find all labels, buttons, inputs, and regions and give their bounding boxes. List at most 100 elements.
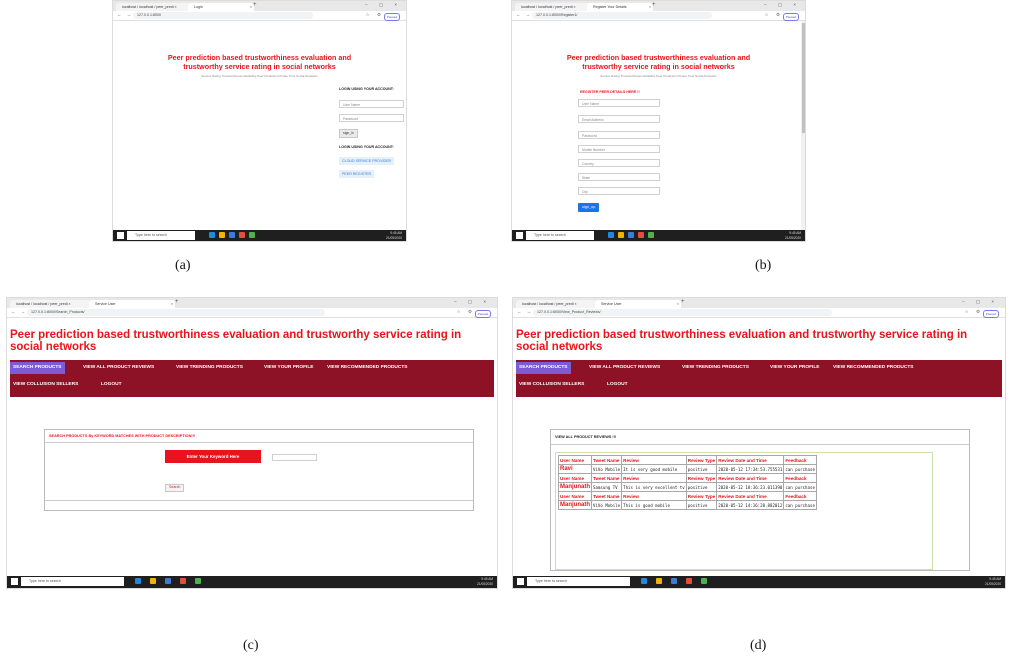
menu-trending-products[interactable]: VIEW TRENDING PRODUCTS xyxy=(679,362,752,374)
edge-icon[interactable] xyxy=(135,578,141,584)
close-icon[interactable]: × xyxy=(171,300,173,308)
url-field[interactable]: 127.0.0.1:8000 xyxy=(133,12,313,19)
close-icon[interactable]: × xyxy=(250,3,252,11)
password-input[interactable]: Password xyxy=(339,114,404,122)
close-icon[interactable]: × xyxy=(677,300,679,308)
menu-search-products[interactable]: SEARCH PRODUCTS xyxy=(10,362,65,374)
tab-register[interactable]: Register Your Details × xyxy=(587,3,653,11)
table-row: Ravi ViVo Mobile It is very good mobile pos… xyxy=(558,464,817,474)
paused-profile[interactable]: Paused xyxy=(475,309,491,318)
app-icon[interactable] xyxy=(195,578,201,584)
window-controls[interactable]: – ▢ × xyxy=(764,2,801,8)
menu-view-all-reviews[interactable]: VIEW ALL PRODUCT REVIEWS xyxy=(586,362,663,374)
state-field[interactable]: State xyxy=(578,173,660,181)
new-tab-button[interactable]: + xyxy=(175,299,179,305)
chrome-icon[interactable] xyxy=(638,232,644,238)
paused-profile[interactable]: Paused xyxy=(783,12,799,21)
edge-icon[interactable] xyxy=(209,232,215,238)
tab-localhost[interactable]: localhost / localhost / peer_predi × xyxy=(516,300,597,308)
tab-login[interactable]: Login × xyxy=(188,3,254,11)
folder-icon[interactable] xyxy=(656,578,662,584)
scrollbar[interactable] xyxy=(801,21,805,230)
close-icon[interactable]: × xyxy=(649,3,651,11)
taskbar-search[interactable]: Type here to search xyxy=(127,231,195,240)
cloud-provider-button[interactable]: CLOUD SERVICE PROVIDER xyxy=(339,157,395,165)
menu-view-profile[interactable]: VIEW YOUR PROFILE xyxy=(261,362,316,374)
menu-collusion-sellers[interactable]: VIEW COLLUSION SELLERS xyxy=(516,379,587,391)
taskbar-search[interactable]: Type here to search xyxy=(526,231,594,240)
system-tray: 9:45 AM 21/05/2020 xyxy=(477,577,493,586)
chrome-icon[interactable] xyxy=(239,232,245,238)
table-cell-user: Manjunath xyxy=(558,482,592,492)
window-controls[interactable]: – ▢ × xyxy=(365,2,402,8)
folder-icon[interactable] xyxy=(618,232,624,238)
edge-icon[interactable] xyxy=(641,578,647,584)
paused-profile[interactable]: Paused xyxy=(384,12,400,21)
signup-button[interactable]: sign_up xyxy=(578,203,600,212)
tab-bar: localhost / localhost / peer_predi × Log… xyxy=(113,1,406,11)
reviews-frame[interactable]: User Name Tweet Name Review Review Type Revi… xyxy=(555,452,933,570)
keyword-input[interactable] xyxy=(272,454,317,461)
windows-icon[interactable] xyxy=(11,578,18,585)
signin-button[interactable]: sign_in xyxy=(339,129,358,138)
edge-icon[interactable] xyxy=(608,232,614,238)
star-icon[interactable]: ☆ ⚙ xyxy=(457,309,475,315)
store-icon[interactable] xyxy=(671,578,677,584)
tab-service-user[interactable]: Service User × xyxy=(89,300,175,308)
chrome-icon[interactable] xyxy=(686,578,692,584)
star-icon[interactable]: ☆ ⚙ xyxy=(965,309,983,315)
menu-logout[interactable]: LOGOUT xyxy=(604,379,631,391)
system-tray: 9:45 AM 21/05/2020 xyxy=(985,577,1001,586)
mobile-field[interactable]: Mobile Number xyxy=(578,145,660,153)
tab-service-user[interactable]: Service User × xyxy=(595,300,681,308)
paused-profile[interactable]: Paused xyxy=(983,309,999,318)
menu-recommended-products[interactable]: VIEW RECOMMENDED PRODUCTS xyxy=(324,362,410,374)
taskbar-search[interactable]: Type here to search xyxy=(527,577,630,586)
app-icon[interactable] xyxy=(249,232,255,238)
menu-logout[interactable]: LOGOUT xyxy=(98,379,125,391)
table-header-cell: User Name xyxy=(558,491,592,501)
windows-icon[interactable] xyxy=(516,232,523,239)
username-input[interactable]: User Name xyxy=(339,100,404,108)
star-icon[interactable]: ☆ ⚙ xyxy=(765,12,783,18)
menu-search-products[interactable]: SEARCH PRODUCTS xyxy=(516,362,571,374)
window-controls[interactable]: – ▢ × xyxy=(962,299,999,305)
tab-localhost[interactable]: localhost / localhost / peer_predi × xyxy=(10,300,91,308)
store-icon[interactable] xyxy=(628,232,634,238)
store-icon[interactable] xyxy=(165,578,171,584)
new-tab-button[interactable]: + xyxy=(253,2,257,8)
search-button[interactable]: Search xyxy=(165,484,185,492)
table-cell-review: This is good mobile xyxy=(621,500,687,510)
taskbar-search[interactable]: Type here to search xyxy=(21,577,124,586)
windows-icon[interactable] xyxy=(517,578,524,585)
url-field[interactable]: 127.0.0.1:8000/Search_Products/ xyxy=(27,309,325,316)
tab-localhost[interactable]: localhost / localhost / peer_predi × xyxy=(116,3,192,11)
url-field[interactable]: 127.0.0.1:8000/Register1/ xyxy=(532,12,712,19)
scrollbar-thumb[interactable] xyxy=(801,23,805,133)
reviews-heading: VIEW ALL PRODUCT REVIEWS !!! xyxy=(555,435,617,439)
app-icon[interactable] xyxy=(701,578,707,584)
menu-view-profile[interactable]: VIEW YOUR PROFILE xyxy=(767,362,822,374)
folder-icon[interactable] xyxy=(219,232,225,238)
star-icon[interactable]: ☆ ⚙ xyxy=(366,12,384,18)
country-field[interactable]: Country xyxy=(578,159,660,167)
chrome-icon[interactable] xyxy=(180,578,186,584)
store-icon[interactable] xyxy=(229,232,235,238)
tab-localhost[interactable]: localhost / localhost / peer_predi × xyxy=(515,3,591,11)
city-field[interactable]: City xyxy=(578,187,660,195)
menu-recommended-products[interactable]: VIEW RECOMMENDED PRODUCTS xyxy=(830,362,916,374)
username-field[interactable]: User Name xyxy=(578,99,660,107)
url-field[interactable]: 127.0.0.1:8000/View_Product_Reviews/ xyxy=(533,309,833,316)
new-tab-button[interactable]: + xyxy=(681,299,685,305)
window-controls[interactable]: – ▢ × xyxy=(454,299,491,305)
peer-register-button[interactable]: PEER REGISTER xyxy=(339,170,375,178)
email-field[interactable]: Email Address xyxy=(578,115,660,123)
menu-view-all-reviews[interactable]: VIEW ALL PRODUCT REVIEWS xyxy=(80,362,157,374)
new-tab-button[interactable]: + xyxy=(652,2,656,8)
windows-icon[interactable] xyxy=(117,232,124,239)
password-field[interactable]: Password xyxy=(578,131,660,139)
menu-trending-products[interactable]: VIEW TRENDING PRODUCTS xyxy=(173,362,246,374)
app-icon[interactable] xyxy=(648,232,654,238)
menu-collusion-sellers[interactable]: VIEW COLLUSION SELLERS xyxy=(10,379,81,391)
folder-icon[interactable] xyxy=(150,578,156,584)
